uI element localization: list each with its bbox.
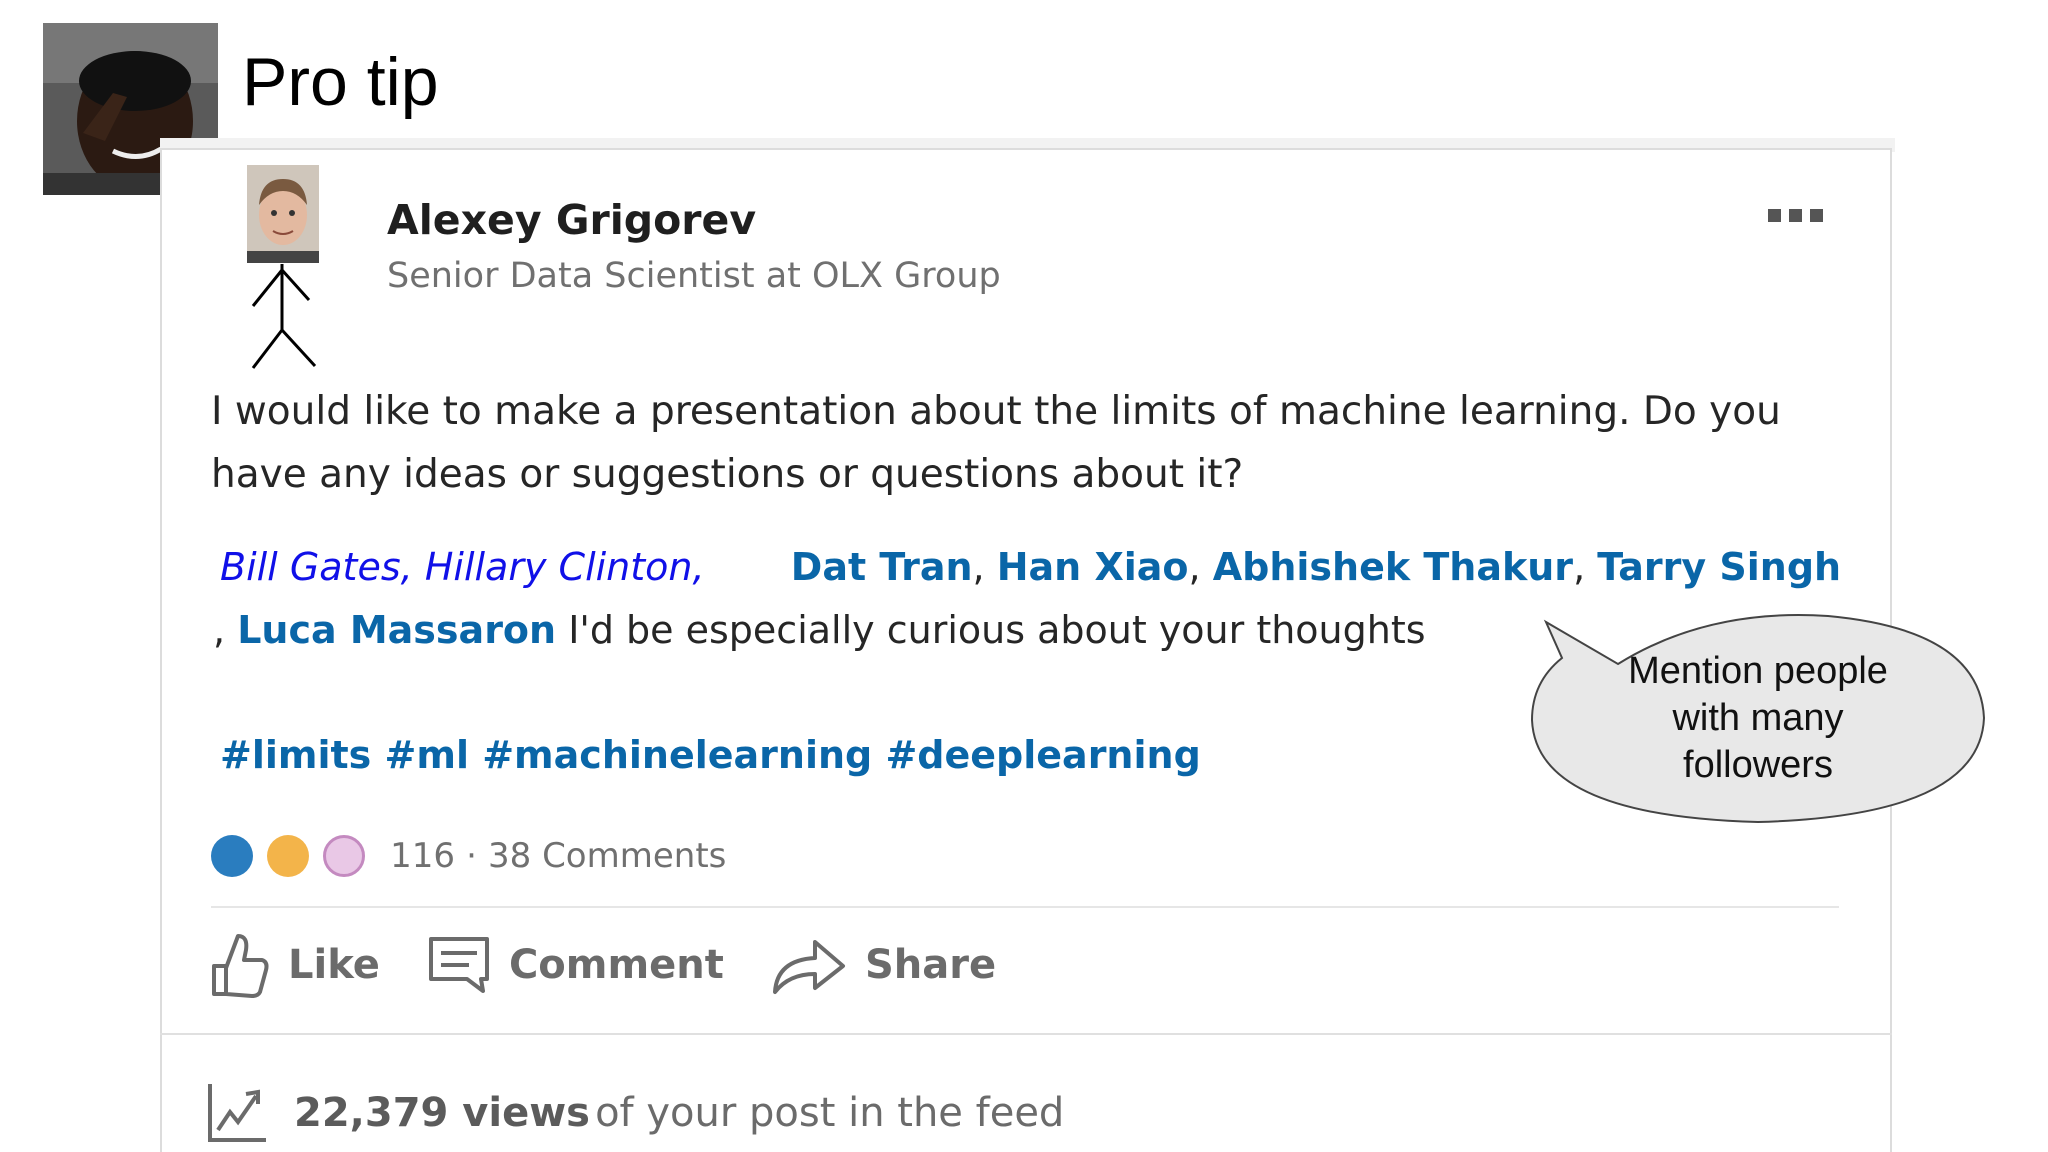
thumbs-up-icon	[212, 934, 269, 998]
post-actions: Like Comment Share	[208, 930, 1038, 1000]
reaction-count[interactable]: 116	[390, 836, 455, 876]
views-count: 22,379 views	[294, 1090, 590, 1136]
callout-text: Mention people with many followers	[1560, 648, 1956, 789]
mention-separator: ,	[213, 608, 226, 652]
comment-label: Comment	[508, 942, 724, 988]
handwritten-mention: Hillary Clinton,	[424, 545, 705, 589]
mention-link[interactable]: Dat Tran	[791, 545, 973, 589]
reactions-bar[interactable]: 116 · 38 Comments	[211, 835, 726, 877]
mention-link[interactable]: Luca Massaron	[237, 608, 556, 652]
mentions-line-2: , Luca Massaron I'd be especially curiou…	[213, 608, 1426, 652]
share-label: Share	[864, 942, 997, 988]
post-body: I would like to make a presentation abou…	[211, 389, 1781, 497]
mention-separator: ,	[972, 545, 985, 589]
like-button[interactable]: Like	[208, 930, 380, 1000]
author-name[interactable]: Alexey Grigorev	[387, 196, 756, 244]
like-label: Like	[288, 942, 380, 988]
mention-suffix-text: I'd be especially curious about your tho…	[568, 608, 1426, 652]
mention-separator: ,	[1188, 545, 1201, 589]
callout-line: with many	[1672, 697, 1844, 739]
callout-line: followers	[1683, 744, 1833, 786]
stick-figure-drawing	[251, 264, 317, 369]
mention-link[interactable]: Tarry Singh	[1597, 545, 1841, 589]
comment-icon	[428, 937, 489, 993]
insightful-reaction-icon	[267, 835, 309, 877]
share-arrow-icon	[772, 940, 845, 994]
handwritten-mention: Bill Gates,	[220, 545, 413, 589]
callout-line: Mention people	[1628, 650, 1888, 692]
comment-button[interactable]: Comment	[427, 935, 724, 995]
hashtags[interactable]: #limits #ml #machinelearning #deeplearni…	[220, 733, 1201, 777]
post-views[interactable]: 22,379 views of your post in the feed	[206, 1082, 1064, 1144]
views-description: of your post in the feed	[595, 1090, 1065, 1136]
mentions-line-1: Bill Gates, Hillary Clinton, Dat Tran, H…	[220, 545, 1841, 589]
analytics-chart-icon	[208, 1084, 266, 1142]
slide-title: Pro tip	[242, 44, 439, 120]
author-avatar[interactable]	[247, 165, 319, 263]
divider	[160, 1033, 1892, 1035]
like-reaction-icon	[211, 835, 253, 877]
author-headline: Senior Data Scientist at OLX Group	[387, 256, 1001, 296]
mention-link[interactable]: Abhishek Thakur	[1213, 545, 1573, 589]
curious-reaction-icon	[323, 835, 365, 877]
share-button[interactable]: Share	[771, 934, 996, 996]
mention-link[interactable]: Han Xiao	[997, 545, 1189, 589]
comments-count[interactable]: 38 Comments	[488, 836, 726, 876]
reaction-separator: ·	[466, 836, 477, 876]
divider	[211, 906, 1839, 908]
mention-separator: ,	[1573, 545, 1586, 589]
more-options-icon[interactable]	[1768, 207, 1831, 226]
